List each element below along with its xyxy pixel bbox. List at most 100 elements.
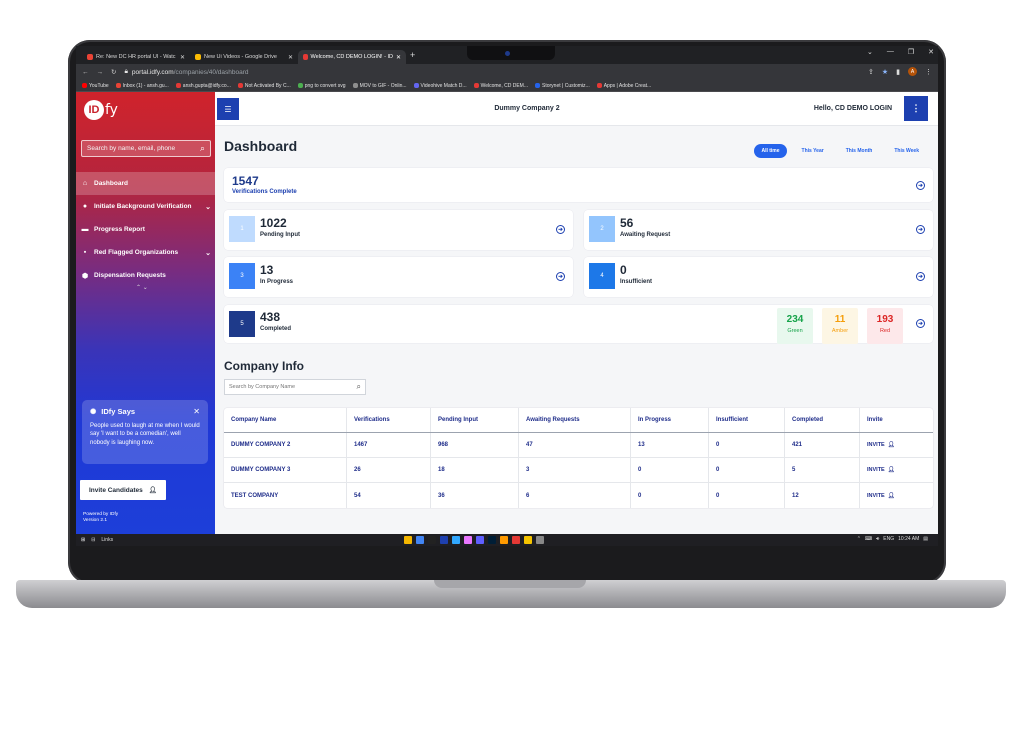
breakdown-red[interactable]: 193 Red	[867, 308, 903, 344]
back-icon[interactable]: ←	[82, 69, 89, 76]
taskbar-app-icon[interactable]	[452, 536, 460, 544]
bookmark-item[interactable]: YouTube	[82, 83, 109, 89]
taskbar-app-icon[interactable]	[464, 536, 472, 544]
filter-this-year[interactable]: This Year	[795, 144, 831, 158]
table-cell-name[interactable]: DUMMY COMPANY 2	[224, 433, 347, 457]
taskbar-app-icon[interactable]	[440, 536, 448, 544]
status-card[interactable]: 3 13 In Progress ➔	[224, 257, 573, 297]
global-search-input[interactable]	[87, 145, 197, 152]
bookmark-item[interactable]: Inbox (1) - ansh.gu...	[115, 83, 169, 89]
close-tab-icon[interactable]: ✕	[288, 54, 293, 61]
invite-candidates-button[interactable]: Invite Candidates 👤︎	[80, 480, 166, 500]
arrow-right-circle-icon[interactable]: ➔	[916, 225, 925, 234]
idfy-logo[interactable]: ID fy	[84, 100, 118, 120]
search-icon[interactable]: ⌕	[357, 382, 361, 392]
column-header[interactable]: Insufficient	[709, 408, 785, 432]
filter-all-time[interactable]: All time	[754, 144, 787, 158]
windows-start-icon[interactable]: ⊞	[81, 537, 85, 543]
taskbar-app-icon[interactable]	[416, 536, 424, 544]
status-card[interactable]: 4 0 Insufficient ➔	[584, 257, 933, 297]
close-tab-icon[interactable]: ✕	[180, 54, 185, 61]
sidebar-item-initiate-verification[interactable]: ● Initiate Background Verification ⌄	[76, 195, 215, 218]
bookmark-item[interactable]: MOV to GIF - Onlin...	[352, 83, 407, 89]
filter-this-week[interactable]: This Week	[887, 144, 926, 158]
arrow-right-circle-icon[interactable]: ➔	[556, 225, 565, 234]
url-field[interactable]: 🔒︎ portal.idfy.com/companies/40/dashboar…	[124, 68, 248, 76]
chevron-down-icon[interactable]: ⌄	[205, 203, 211, 211]
table-row[interactable]: DUMMY COMPANY 3 26 18 3 0 0 5 INVITE 👤︎	[224, 458, 933, 483]
clock[interactable]: 10:24 AM	[898, 536, 919, 542]
minimize-icon[interactable]: —	[887, 48, 894, 56]
column-header[interactable]: Verifications	[347, 408, 431, 432]
network-icon[interactable]: ⌨︎	[865, 536, 872, 542]
taskbar-app-icon[interactable]	[524, 536, 532, 544]
taskbar-app-icon[interactable]	[512, 536, 520, 544]
bookmark-item[interactable]: ansh.gupta@idfy.co...	[175, 83, 231, 89]
bookmark-item[interactable]: Welcome, CD DEM...	[473, 83, 528, 89]
sidebar-item-dashboard[interactable]: ⌂ Dashboard	[76, 172, 215, 195]
close-window-icon[interactable]: ✕	[928, 48, 934, 56]
status-card[interactable]: 1 1022 Pending Input ➔	[224, 210, 573, 250]
bookmark-item[interactable]: Videohive Match D...	[413, 83, 467, 89]
breakdown-amber[interactable]: 11 Amber	[822, 308, 858, 344]
scroll-more-icon[interactable]: ⌃ ⌄	[136, 284, 148, 291]
bookmark-item[interactable]: Storynet | Customiz...	[535, 83, 590, 89]
invite-link[interactable]: INVITE 👤︎	[867, 467, 895, 473]
user-menu-button[interactable]: ⋮	[904, 96, 928, 121]
breakdown-green[interactable]: 234 Green	[777, 308, 813, 344]
invite-link[interactable]: INVITE 👤︎	[867, 442, 895, 448]
widgets-icon[interactable]: ⊟	[91, 537, 95, 543]
column-header[interactable]: Invite	[860, 408, 933, 432]
forward-icon[interactable]: →	[97, 69, 104, 76]
bookmark-item[interactable]: png to convert svg	[297, 83, 346, 89]
star-icon[interactable]: ★	[882, 68, 888, 76]
search-icon[interactable]: ⌕	[200, 143, 205, 154]
taskbar-app-icon[interactable]	[536, 536, 544, 544]
chevron-down-icon[interactable]: ⌄	[867, 48, 873, 56]
reload-icon[interactable]: ↻	[111, 68, 116, 76]
language-indicator[interactable]: ENG	[883, 536, 894, 542]
notification-icon[interactable]: ▤	[923, 536, 928, 542]
table-row[interactable]: TEST COMPANY 54 36 6 0 0 12 INVITE 👤︎	[224, 483, 933, 508]
taskbar-app-icon[interactable]	[404, 536, 412, 544]
sidepanel-icon[interactable]: ▮	[896, 68, 900, 76]
column-header[interactable]: Company Name	[224, 408, 347, 432]
table-cell-name[interactable]: TEST COMPANY	[224, 483, 347, 508]
table-cell-name[interactable]: DUMMY COMPANY 3	[224, 458, 347, 482]
browser-tab[interactable]: Re: New DC HR portal UI - Watc ✕	[82, 50, 190, 64]
chevron-down-icon[interactable]: ⌄	[205, 249, 211, 257]
taskbar-app-icon[interactable]	[476, 536, 484, 544]
sidebar-item-red-flagged[interactable]: ▪ Red Flagged Organizations ⌄	[76, 241, 215, 264]
column-header[interactable]: Pending Input	[431, 408, 519, 432]
status-card[interactable]: 5 438 Completed 234 Green 11 Amber 193 Red ➔	[224, 305, 933, 344]
column-header[interactable]: In Progress	[631, 408, 709, 432]
sidebar-item-progress-report[interactable]: ▬ Progress Report	[76, 218, 215, 241]
company-search-input[interactable]	[229, 384, 349, 390]
links-label[interactable]: Links	[101, 537, 113, 543]
bookmark-item[interactable]: Apps | Adobe Creat...	[596, 83, 651, 89]
maximize-icon[interactable]: ❐	[908, 48, 914, 56]
total-verifications-card[interactable]: 1547 Verifications Complete ➔	[224, 168, 933, 202]
close-icon[interactable]: ✕	[193, 407, 200, 417]
column-header[interactable]: Completed	[785, 408, 860, 432]
column-header[interactable]: Awaiting Requests	[519, 408, 631, 432]
browser-tab-active[interactable]: Welcome, CD DEMO LOGIN! - ID ✕	[298, 50, 406, 64]
close-tab-icon[interactable]: ✕	[396, 54, 401, 61]
chevron-up-icon[interactable]: ⌃	[857, 536, 861, 542]
taskbar-app-icon[interactable]	[428, 536, 436, 544]
taskbar-app-icon[interactable]	[488, 536, 496, 544]
status-card[interactable]: 2 56 Awaiting Request ➔	[584, 210, 933, 250]
browser-menu-icon[interactable]: ⋮	[925, 68, 932, 76]
arrow-right-circle-icon[interactable]: ➔	[916, 272, 925, 281]
volume-icon[interactable]: 🔊︎	[876, 536, 879, 542]
new-tab-icon[interactable]: +	[410, 50, 415, 60]
share-icon[interactable]: ⇪	[868, 68, 874, 76]
taskbar-app-icon[interactable]	[500, 536, 508, 544]
arrow-right-circle-icon[interactable]: ➔	[556, 272, 565, 281]
arrow-right-circle-icon[interactable]: ➔	[916, 319, 925, 328]
browser-tab[interactable]: New Ui Videos - Google Drive ✕	[190, 50, 298, 64]
filter-this-month[interactable]: This Month	[839, 144, 880, 158]
table-row[interactable]: DUMMY COMPANY 2 1467 968 47 13 0 421 INVITE 👤︎	[224, 433, 933, 458]
profile-avatar[interactable]: A	[908, 67, 917, 76]
arrow-right-circle-icon[interactable]: ➔	[916, 181, 925, 190]
